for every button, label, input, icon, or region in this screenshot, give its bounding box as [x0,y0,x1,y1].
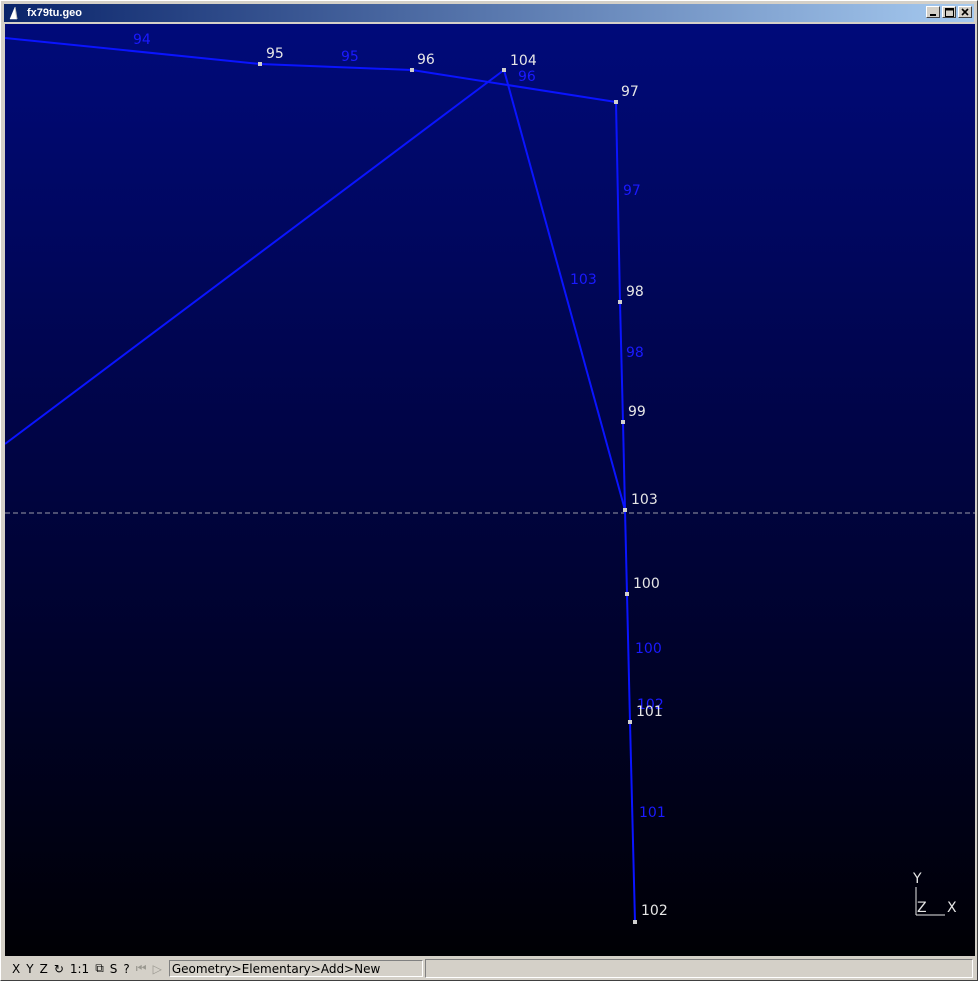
curve-104[interactable] [5,69,505,445]
curve-label-103: 103 [570,272,597,288]
point-97-marker[interactable] [614,100,618,104]
curve-101[interactable] [629,721,636,923]
title-bar[interactable]: fx79tu.geo [4,4,974,22]
status-bar: X Y Z ↻ 1:1 ⧉ S ? ⏮ ▷ Geometry>Elementar… [5,958,975,979]
curve-103[interactable] [503,69,626,511]
axis-y-label: Y [912,871,922,887]
point-95-marker[interactable] [258,62,262,66]
axis-x-label: X [947,900,957,916]
window-controls [926,6,972,18]
gmsh-app-icon[interactable] [7,5,23,21]
rotate-icon[interactable]: ↻ [51,962,67,976]
app-window: fx79tu.geo 94 95 96 97 103 98 100 102 10… [0,0,978,981]
point-100-marker[interactable] [625,592,629,596]
curve-label-100: 100 [635,641,662,657]
point-96-marker[interactable] [410,68,414,72]
point-label-97: 97 [621,84,639,100]
point-label-103: 103 [631,492,658,508]
curve-100[interactable] [626,593,631,723]
window-title: fx79tu.geo [27,7,83,19]
point-104-marker[interactable] [502,68,506,72]
help-button[interactable]: ? [120,962,132,976]
point-label-96: 96 [417,52,435,68]
s-button[interactable]: S [107,962,121,976]
curve-96[interactable] [411,69,617,103]
axis-z-label: Z [917,900,927,916]
curve-99[interactable] [622,421,626,511]
curve-label-95: 95 [341,49,359,65]
curve-label-94: 94 [133,32,151,48]
close-icon [961,8,969,16]
minimize-button[interactable] [926,6,940,18]
curve-label-101: 101 [639,805,666,821]
point-label-101: 101 [636,704,663,720]
point-103-marker[interactable] [623,508,627,512]
first-frame-icon[interactable]: ⏮ [133,961,150,976]
axes-indicator: Y Z X [912,871,957,916]
curve-99b[interactable] [624,509,628,595]
point-label-104: 104 [510,53,537,69]
minimize-icon [930,14,936,16]
curve-label-97: 97 [623,183,641,199]
point-label-99: 99 [628,404,646,420]
curve-98[interactable] [619,301,624,423]
view-z-button[interactable]: Z [37,962,51,976]
ortho-icon[interactable]: ⧉ [92,961,107,976]
curve-label-96: 96 [518,69,536,85]
point-102-marker[interactable] [633,920,637,924]
close-button[interactable] [958,6,972,18]
status-message: Geometry>Elementary>Add>New [168,960,423,977]
maximize-button[interactable] [942,6,956,18]
point-label-102: 102 [641,903,668,919]
point-label-100: 100 [633,576,660,592]
view-x-button[interactable]: X [9,962,23,976]
scale-1to1-button[interactable]: 1:1 [67,962,92,976]
maximize-icon [944,7,954,17]
graphics-canvas[interactable]: 94 95 96 97 103 98 100 102 101 95 96 104… [5,24,975,956]
curve-95[interactable] [259,63,413,71]
point-98-marker[interactable] [618,300,622,304]
play-icon[interactable]: ▷ [150,962,165,976]
point-label-98: 98 [626,284,644,300]
geometry-view[interactable]: 94 95 96 97 103 98 100 102 101 95 96 104… [5,24,975,956]
status-message-secondary [424,959,973,978]
curve-label-98: 98 [626,345,644,361]
point-99-marker[interactable] [621,420,625,424]
point-label-95: 95 [266,46,284,62]
curve-97[interactable] [615,101,621,303]
view-y-button[interactable]: Y [23,962,36,976]
point-101-marker[interactable] [628,720,632,724]
